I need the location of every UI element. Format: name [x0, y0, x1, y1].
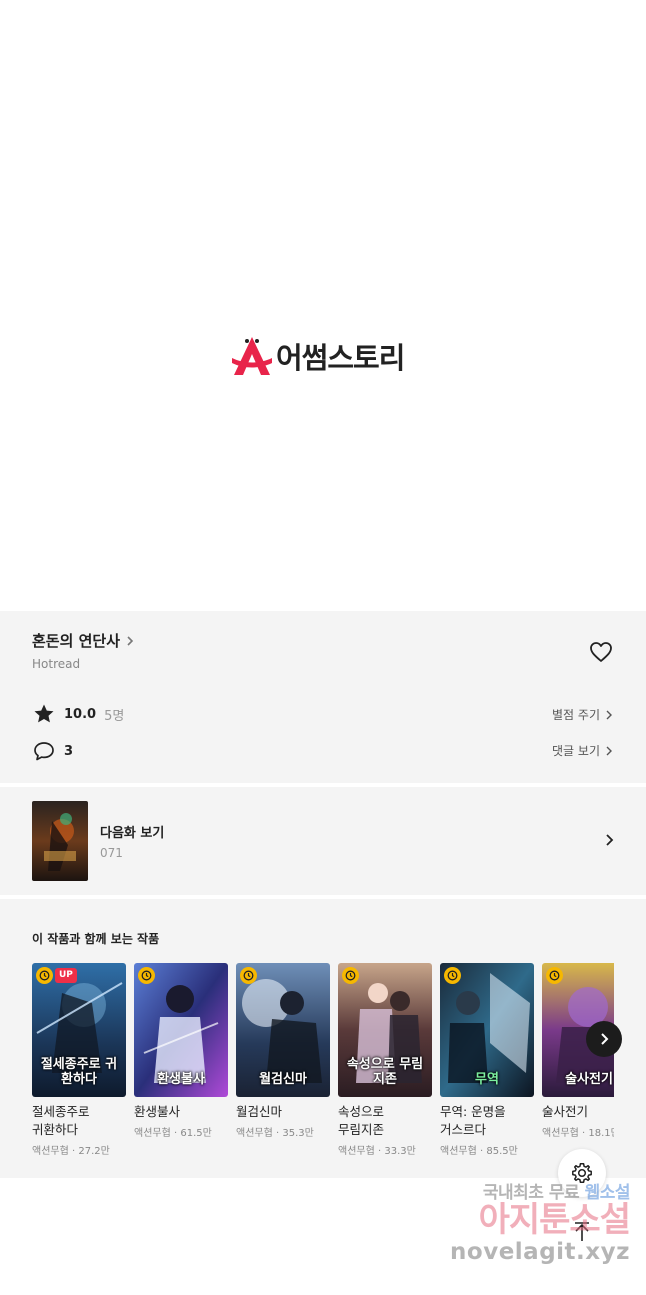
rating-count: 5명 — [104, 708, 125, 724]
views: 61.5만 — [180, 1128, 212, 1140]
recommendation-item[interactable]: 환생불사 환생불사 액션무협 · 61.5만 — [134, 963, 228, 1139]
cover-title: 무역 — [475, 1071, 499, 1087]
views: 27.2만 — [78, 1146, 110, 1158]
recommendation-meta: 액션무협 · 35.3만 — [236, 1128, 314, 1140]
cover-image: UP 절세종주로 귀환하다 — [32, 963, 126, 1097]
recommendation-meta: 액션무협 · 18.1만 — [542, 1124, 614, 1139]
recommendation-title: 월검신마 — [236, 1104, 283, 1119]
recommendation-item[interactable]: 속성으로 무림지존 속성으로 무림지존 액션무협 · 33.3만 — [338, 963, 432, 1157]
rate-button-label: 별점 주기 — [552, 708, 600, 722]
star-icon — [34, 704, 54, 723]
next-episode-number: 071 — [100, 846, 123, 860]
gear-icon — [572, 1163, 592, 1183]
chevron-right-icon — [606, 834, 614, 846]
views: 18.1만 — [588, 1128, 614, 1140]
recommendation-item[interactable]: 무역 무역: 운명을 거스르다 액션무협 · 85.5만 — [440, 963, 534, 1157]
rating-summary: 10.0 5명 — [32, 701, 124, 727]
series-title: 혼돈의 연단사 — [32, 632, 121, 650]
cover-image: 무역 — [440, 963, 534, 1097]
clock-icon — [546, 967, 563, 984]
favorite-heart-icon[interactable] — [588, 639, 614, 665]
comment-summary: 3 — [32, 738, 73, 764]
next-episode-thumbnail[interactable] — [32, 801, 88, 881]
cover-title: 월검신마 — [259, 1071, 307, 1087]
cover-title: 환생불사 — [157, 1071, 205, 1087]
chevron-right-icon — [127, 635, 134, 646]
recommendation-meta: 액션무협 · 33.3만 — [338, 1146, 416, 1158]
cover-image: 속성으로 무림지존 — [338, 963, 432, 1097]
brand-name: 어썸스토리 — [276, 341, 405, 375]
clock-icon — [36, 967, 53, 984]
cover-image: 환생불사 — [134, 963, 228, 1097]
genre: 액션무협 — [134, 1128, 171, 1140]
views: 35.3만 — [282, 1128, 314, 1140]
view-comments-label: 댓글 보기 — [552, 744, 600, 758]
genre: 액션무협 — [542, 1128, 579, 1140]
views: 85.5만 — [486, 1146, 518, 1158]
clock-icon — [342, 967, 359, 984]
series-author: Hotread — [32, 657, 81, 671]
genre: 액션무협 — [338, 1146, 375, 1158]
recommendation-meta: 액션무협 · 61.5만 — [134, 1128, 212, 1140]
speech-bubble-icon — [34, 742, 54, 761]
awesomestory-a-icon — [232, 337, 272, 375]
settings-button[interactable] — [558, 1149, 606, 1197]
recommendations-heading: 이 작품과 함께 보는 작품 — [32, 932, 160, 946]
chevron-right-icon — [606, 710, 612, 719]
recommendation-title: 술사전기 — [542, 1104, 589, 1119]
clock-icon — [138, 967, 155, 984]
cover-image: 월검신마 — [236, 963, 330, 1097]
comment-count: 3 — [64, 743, 74, 759]
up-badge: UP — [55, 968, 77, 983]
next-episode-label: 다음화 보기 — [100, 826, 165, 841]
carousel-next-button[interactable] — [586, 1021, 622, 1057]
rate-button[interactable]: 별점 주기 — [552, 706, 614, 723]
rating-score: 10.0 — [64, 706, 97, 722]
genre: 액션무협 — [236, 1128, 273, 1140]
clock-icon — [240, 967, 257, 984]
recommendation-title: 환생불사 — [134, 1104, 181, 1119]
recommendation-title: 절세종주로 귀환하다 — [32, 1104, 90, 1138]
recommendation-item[interactable]: UP 절세종주로 귀환하다 절세종주로 귀환하다 액션무협 · 27.2만 — [32, 963, 126, 1157]
scroll-to-top-button[interactable] — [558, 1208, 606, 1256]
view-comments-button[interactable]: 댓글 보기 — [552, 742, 614, 759]
genre: 액션무협 — [440, 1146, 477, 1158]
recommendation-meta: 액션무협 · 27.2만 — [32, 1146, 110, 1158]
recommendations-carousel[interactable]: UP 절세종주로 귀환하다 절세종주로 귀환하다 액션무협 · 27.2만 환생… — [32, 963, 614, 1173]
cover-title: 절세종주로 귀환하다 — [40, 1057, 118, 1087]
recommendation-item[interactable]: 월검신마 월검신마 액션무협 · 35.3만 — [236, 963, 330, 1139]
series-title-link[interactable]: 혼돈의 연단사 — [32, 630, 136, 651]
recommendation-meta: 액션무협 · 85.5만 — [440, 1146, 518, 1158]
cover-title: 속성으로 무림지존 — [346, 1057, 424, 1087]
recommendation-title: 속성으로 무림지존 — [338, 1104, 385, 1138]
viewer-blank-area — [0, 0, 646, 611]
recommendation-title: 무역: 운명을 거스르다 — [440, 1104, 506, 1138]
next-episode-card[interactable] — [0, 787, 646, 895]
cover-title: 술사전기 — [565, 1071, 613, 1087]
brand-logo: 어썸스토리 — [230, 334, 405, 378]
arrow-up-icon — [575, 1222, 589, 1241]
clock-icon — [444, 967, 461, 984]
views: 33.3만 — [384, 1146, 416, 1158]
chevron-right-icon — [606, 746, 612, 755]
chevron-right-icon — [601, 1033, 609, 1045]
genre: 액션무협 — [32, 1146, 69, 1158]
